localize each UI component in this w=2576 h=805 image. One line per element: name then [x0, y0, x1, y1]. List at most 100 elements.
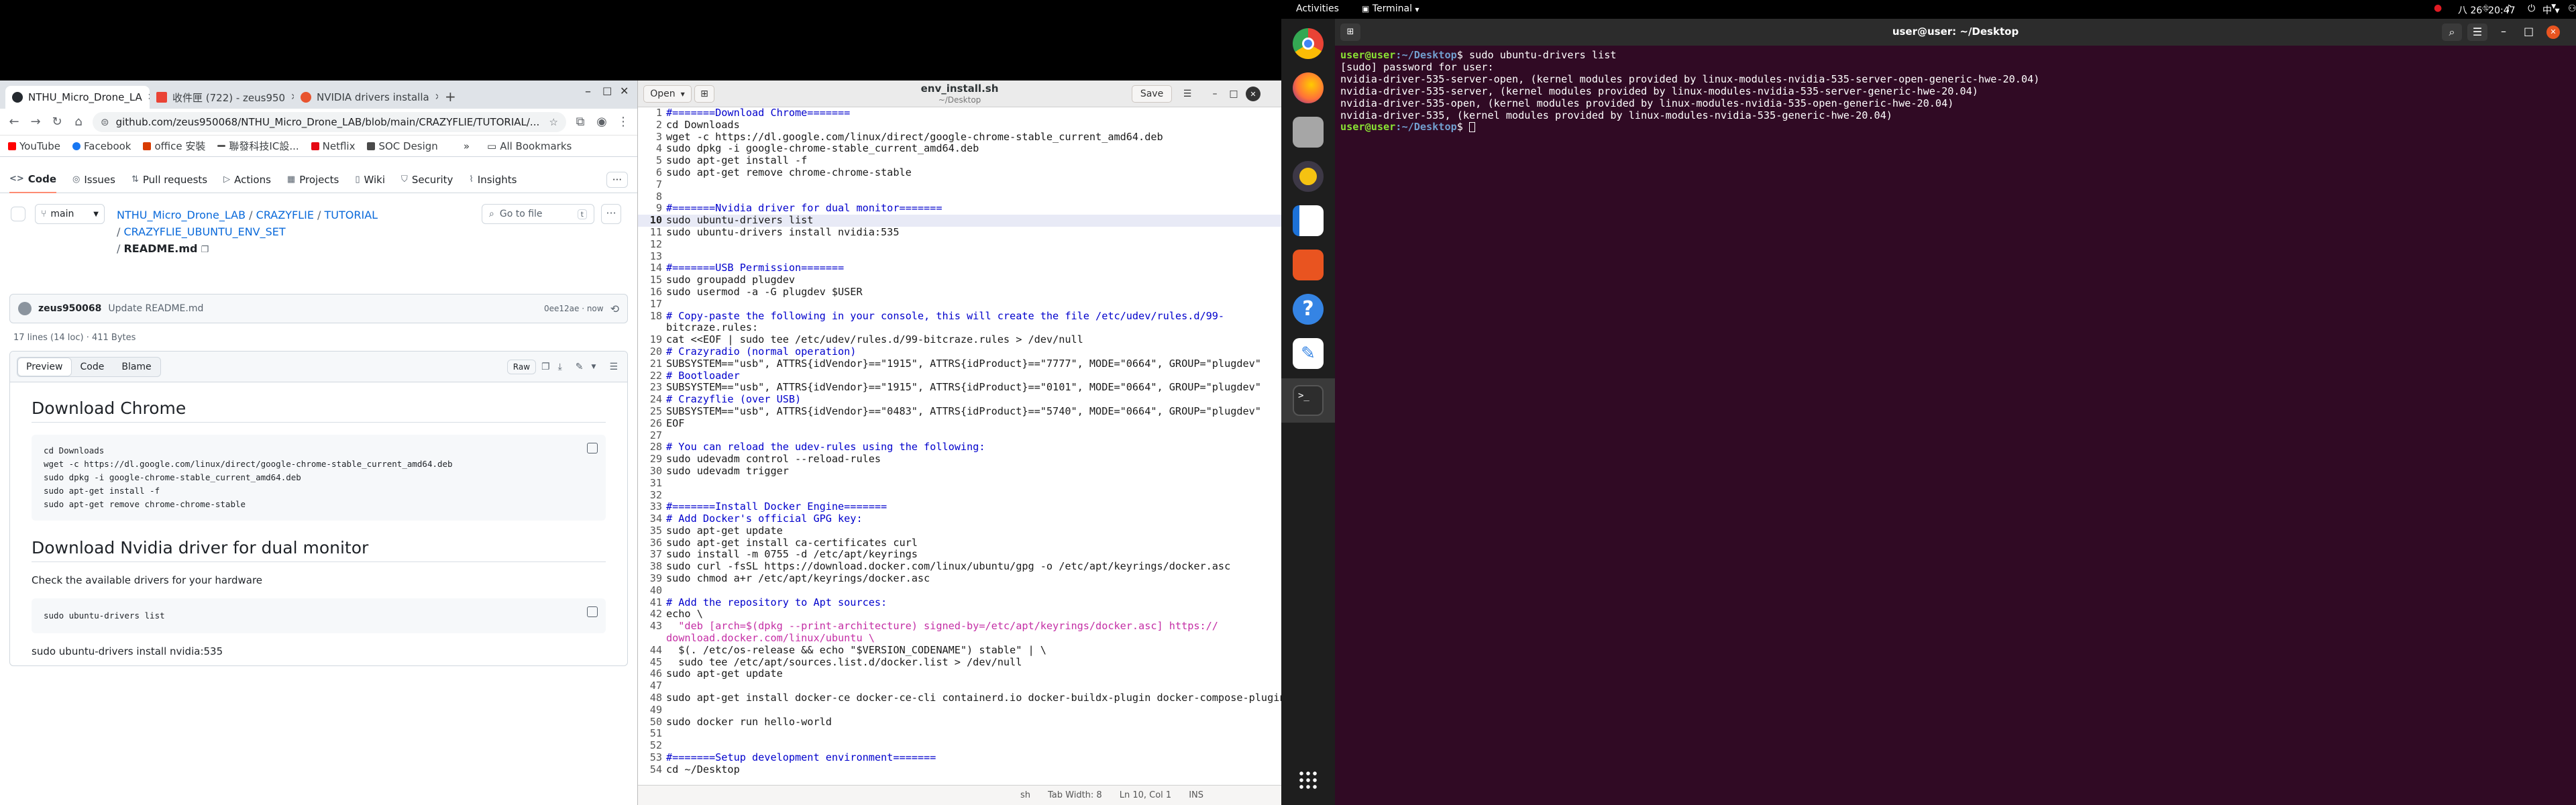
minimize-icon[interactable]: –: [585, 85, 591, 99]
power-icon[interactable]: ⏻: [2528, 3, 2535, 17]
editor-line[interactable]: 37 sudo install -m 0755 -d /etc/apt/keyri…: [638, 549, 1281, 561]
menu-icon[interactable]: ⋮: [616, 115, 631, 129]
editor-line[interactable]: 44 $(. /etc/os-release && echo "$VERSION…: [638, 644, 1281, 657]
site-info-icon[interactable]: ⊜: [101, 116, 109, 128]
cursor-position[interactable]: Ln 10, Col 1: [1120, 790, 1171, 800]
editor-line[interactable]: 48 sudo apt-get install docker-ce docker-…: [638, 692, 1281, 704]
minimize-icon[interactable]: –: [1208, 85, 1222, 103]
bookmark-soc-design[interactable]: SOC Design: [367, 140, 438, 152]
language-selector[interactable]: sh: [1020, 790, 1030, 800]
editor-line[interactable]: 21 SUBSYSTEM=="usb", ATTRS{idVendor}=="19…: [638, 358, 1281, 370]
terminal-output[interactable]: user@user:~/Desktop$ sudo ubuntu-drivers…: [1335, 46, 2576, 138]
software-icon[interactable]: [1293, 250, 1324, 280]
editor-line[interactable]: 30 sudo udevadm trigger: [638, 465, 1281, 478]
editor-line[interactable]: 1 #=======Download Chrome=======: [638, 107, 1281, 119]
editor-line[interactable]: 8: [638, 191, 1281, 203]
editor-line[interactable]: 54 cd ~/Desktop: [638, 763, 1281, 776]
editor-line[interactable]: 12: [638, 238, 1281, 251]
editor-line[interactable]: 9 #=======Nvidia driver for dual monitor=…: [638, 203, 1281, 215]
reload-icon[interactable]: ↻: [50, 115, 64, 129]
editor-line[interactable]: 14 #=======USB Permission=======: [638, 262, 1281, 274]
back-icon[interactable]: ←: [7, 115, 21, 129]
editor-line[interactable]: 52: [638, 739, 1281, 752]
editor-line[interactable]: 2 cd Downloads: [638, 119, 1281, 131]
chrome-icon[interactable]: [1293, 28, 1324, 59]
editor-line[interactable]: bitcraze.rules:: [638, 322, 1281, 334]
home-icon[interactable]: ⌂: [71, 115, 86, 129]
tab-security[interactable]: ⛉ Security: [401, 166, 453, 193]
close-window-icon[interactable]: ✕: [1246, 87, 1260, 101]
tab-projects[interactable]: ▦ Projects: [287, 166, 339, 193]
tab-issues[interactable]: ◎ Issues: [72, 166, 115, 193]
breadcrumb-env-set[interactable]: CRAZYFLIE_UBUNTU_ENV_SET: [123, 225, 285, 238]
forward-icon[interactable]: →: [28, 115, 43, 129]
editor-line[interactable]: 29 sudo udevadm control --reload-rules: [638, 453, 1281, 466]
extensions-icon[interactable]: ⧉: [573, 115, 588, 129]
commit-author[interactable]: zeus950068: [38, 303, 101, 314]
editor-line[interactable]: 18 # Copy-paste the following in your con…: [638, 310, 1281, 323]
editor-line[interactable]: 40: [638, 584, 1281, 597]
bookmark-mediatek[interactable]: 聯發科技IC設...: [217, 139, 299, 153]
firefox-icon[interactable]: [1293, 72, 1324, 103]
rhythmbox-icon[interactable]: [1293, 161, 1324, 192]
editor-line[interactable]: 11 sudo ubuntu-drivers install nvidia:535: [638, 226, 1281, 239]
file-tree-toggle-icon[interactable]: [11, 207, 25, 221]
editor-line[interactable]: 50 sudo docker run hello-world: [638, 716, 1281, 729]
bookmark-facebook[interactable]: Facebook: [72, 140, 131, 152]
editor-line[interactable]: 16 sudo usermod -a -G plugdev $USER: [638, 286, 1281, 299]
editor-line[interactable]: 19 cat <<EOF | sudo tee /etc/udev/rules.d…: [638, 333, 1281, 346]
text-editor-icon[interactable]: ✎: [1293, 338, 1324, 369]
editor-line[interactable]: 24 # Crazyflie (over USB): [638, 393, 1281, 406]
editor-line[interactable]: 34 # Add Docker's official GPG key:: [638, 513, 1281, 525]
breadcrumb-crazyflie[interactable]: CRAZYFLIE: [256, 209, 314, 221]
app-menu[interactable]: ▣ Terminal ▼: [1362, 3, 1419, 14]
editor-line[interactable]: 46 sudo apt-get update: [638, 668, 1281, 680]
editor-line[interactable]: 22 # Bootloader: [638, 370, 1281, 382]
new-tab-button[interactable]: +: [438, 89, 463, 109]
breadcrumb-tutorial[interactable]: TUTORIAL: [325, 209, 378, 221]
editor-line[interactable]: 43 "deb [arch=$(dpkg --print-architectur…: [638, 620, 1281, 633]
editor-line[interactable]: 39 sudo chmod a+r /etc/apt/keyrings/docke…: [638, 572, 1281, 585]
minimize-icon[interactable]: –: [2501, 25, 2506, 38]
save-button[interactable]: Save: [1132, 85, 1172, 103]
editor-line[interactable]: 4 sudo dpkg -i google-chrome-stable_curre…: [638, 143, 1281, 155]
editor-line[interactable]: 5 sudo apt-get install -f: [638, 154, 1281, 167]
files-icon[interactable]: [1293, 117, 1324, 148]
search-icon[interactable]: ⌕: [2442, 23, 2462, 41]
raw-button[interactable]: Raw: [506, 359, 537, 374]
tab-actions[interactable]: ▷ Actions: [223, 166, 271, 193]
editor-line[interactable]: 17: [638, 298, 1281, 311]
editor-line[interactable]: 31: [638, 477, 1281, 490]
editor-line[interactable]: 36 sudo apt-get install ca-certificates c…: [638, 537, 1281, 549]
edit-icon[interactable]: ✎: [573, 362, 586, 372]
tab-blame[interactable]: Blame: [113, 358, 160, 376]
maximize-icon[interactable]: □: [602, 85, 612, 97]
editor-line[interactable]: 38 sudo curl -fsSL https://download.docke…: [638, 560, 1281, 573]
copy-icon[interactable]: [587, 606, 598, 617]
maximize-icon[interactable]: □: [1227, 85, 1240, 103]
tab-wiki[interactable]: ▯ Wiki: [355, 166, 385, 193]
breadcrumb-repo[interactable]: NTHU_Micro_Drone_LAB: [117, 209, 246, 221]
chrome-tab-github[interactable]: NTHU_Micro_Drone_LA ✕: [5, 86, 150, 109]
copy-path-icon[interactable]: ❐: [201, 245, 209, 255]
chrome-tab-nvidia[interactable]: NVIDIA drivers installa ✕: [294, 86, 438, 109]
bookmark-netflix[interactable]: Netflix: [311, 140, 355, 152]
editor-line[interactable]: 15 sudo groupadd plugdev: [638, 274, 1281, 286]
editor-line[interactable]: 32: [638, 489, 1281, 502]
commit-hash-time[interactable]: 0ee12ae · now: [544, 304, 604, 313]
text-editor[interactable]: 1 #=======Download Chrome======= 2 cd Downl…: [638, 107, 1281, 785]
chevron-down-icon[interactable]: ▼: [589, 364, 599, 370]
editor-line[interactable]: 35 sudo apt-get update: [638, 525, 1281, 537]
terminal-icon[interactable]: >_: [1293, 385, 1324, 416]
editor-line[interactable]: 33 #=======Install Docker Engine=======: [638, 500, 1281, 513]
activities-button[interactable]: Activities: [1296, 3, 1339, 14]
close-window-icon[interactable]: ✕: [2546, 25, 2560, 39]
editor-line[interactable]: 49: [638, 704, 1281, 716]
editor-line[interactable]: 7: [638, 178, 1281, 191]
commit-message[interactable]: Update README.md: [108, 303, 203, 314]
copy-icon[interactable]: [587, 443, 598, 453]
menu-icon[interactable]: ☰: [2467, 23, 2487, 41]
network-icon[interactable]: ⛗: [2482, 3, 2489, 17]
maximize-icon[interactable]: □: [2524, 25, 2534, 38]
chrome-tab-gmail[interactable]: 收件匣 (722) - zeus950 ✕: [150, 86, 294, 109]
